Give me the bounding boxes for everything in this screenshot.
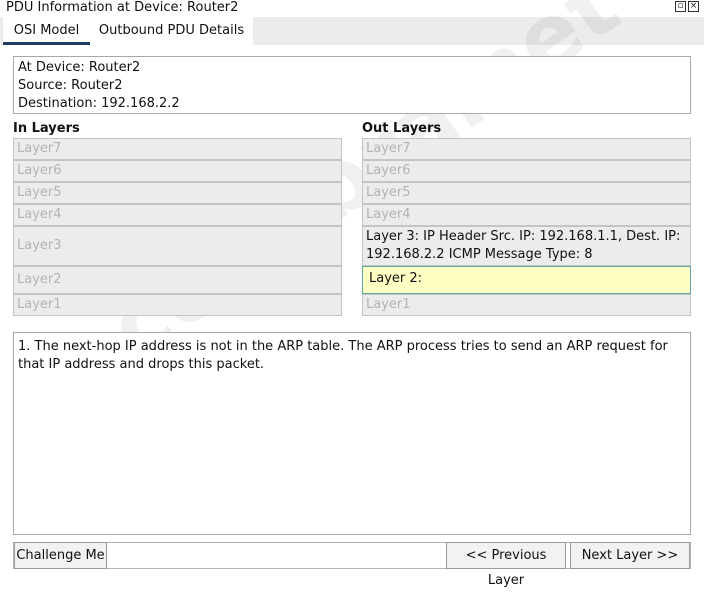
title-bar: PDU Information at Device: Router2 ▫ × <box>0 0 704 17</box>
in-layer-5[interactable]: Layer5 <box>13 182 342 204</box>
source-label: Source: Router2 <box>18 78 123 93</box>
tab-osi-model[interactable]: OSI Model <box>3 17 90 45</box>
device-label: At Device: Router2 <box>18 60 141 75</box>
out-layer-3[interactable]: Layer 3: IP Header Src. IP: 192.168.1.1,… <box>362 226 691 266</box>
in-layer-1[interactable]: Layer1 <box>13 294 342 316</box>
in-layer-2[interactable]: Layer2 <box>13 266 342 294</box>
previous-layer-button[interactable]: << Previous Layer <box>446 542 566 588</box>
tab-outbound-pdu-details[interactable]: Outbound PDU Details <box>90 17 253 45</box>
in-layer-4[interactable]: Layer4 <box>13 204 342 226</box>
in-layers-heading: In Layers <box>13 121 80 136</box>
in-layer-7[interactable]: Layer7 <box>13 138 342 160</box>
out-layer-7[interactable]: Layer7 <box>362 138 691 160</box>
next-layer-button[interactable]: Next Layer >> <box>570 542 690 569</box>
osi-model-panel: codebrainet At Device: Router2 Source: R… <box>0 0 704 596</box>
out-layer-6[interactable]: Layer6 <box>362 160 691 182</box>
out-layer-1[interactable]: Layer1 <box>362 294 691 316</box>
device-info-box: At Device: Router2 Source: Router2 Desti… <box>13 56 691 114</box>
out-layer-5[interactable]: Layer5 <box>362 182 691 204</box>
destination-label: Destination: 192.168.2.2 <box>18 96 180 111</box>
close-icon[interactable]: × <box>688 1 699 12</box>
window-title: PDU Information at Device: Router2 <box>6 0 239 15</box>
tab-bar: OSI Model Outbound PDU Details <box>0 17 704 45</box>
out-layers-heading: Out Layers <box>362 121 442 136</box>
challenge-me-button[interactable]: Challenge Me <box>14 542 107 569</box>
restore-icon[interactable]: ▫ <box>675 1 686 12</box>
out-layer-4[interactable]: Layer4 <box>362 204 691 226</box>
layer-description: 1. The next-hop IP address is not in the… <box>13 332 691 535</box>
in-layer-3[interactable]: Layer3 <box>13 226 342 266</box>
in-layer-6[interactable]: Layer6 <box>13 160 342 182</box>
out-layer-2[interactable]: Layer 2: <box>362 266 691 294</box>
